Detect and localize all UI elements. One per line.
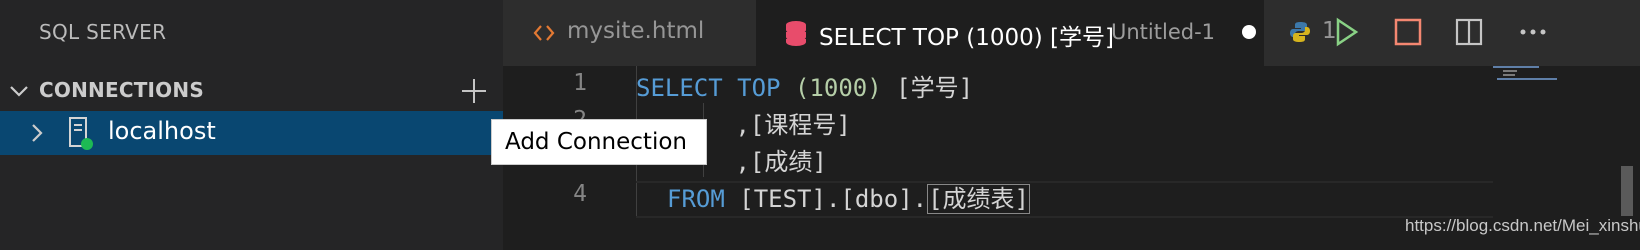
chevron-right-icon[interactable] [26,122,48,144]
split-editor-icon[interactable] [1451,14,1487,50]
minimap-line [1503,70,1517,72]
add-connection-button[interactable] [459,76,489,106]
line-number: 4 [573,181,587,207]
sql-keyword: SELECT [636,74,723,102]
sql-keyword: FROM [667,185,725,213]
connections-section-label: CONNECTIONS [39,78,204,102]
code-line-2: ,[课程号] [721,111,851,139]
sql-identifier: [学号] [881,74,974,102]
chevron-down-icon [10,86,28,97]
sql-number: (1000) [794,74,882,102]
tab-label: mysite.html [567,18,705,44]
tab-mysite-html[interactable]: mysite.html [503,0,756,66]
stop-icon[interactable] [1390,14,1426,50]
tab-label: SELECT TOP (1000) [学号] [819,25,1114,51]
minimap-line [1493,66,1539,68]
sidebar: SQL SERVER CONNECTIONS localhost [0,0,503,250]
code-line-3: ,[成绩] [721,148,827,176]
tab-sql-query[interactable]: SELECT TOP (1000) [学号] Untitled-1 [756,0,1264,66]
minimap-line [1497,78,1557,80]
connection-label: localhost [108,117,216,145]
connection-item-localhost[interactable]: localhost [0,111,503,155]
run-icon[interactable] [1328,14,1364,50]
server-icon [69,117,93,150]
scrollbar-thumb[interactable] [1621,166,1633,216]
code-line-1: SELECT TOP (1000) [学号] [636,68,973,103]
matched-bracket-identifier: [成绩表] [927,184,1030,214]
more-actions-icon[interactable] [1515,14,1551,50]
minimap-line [1503,74,1515,76]
connected-status-dot [81,138,93,150]
tab-description: Untitled-1 [1111,20,1216,44]
sidebar-title: SQL SERVER [39,20,167,44]
html-code-icon [533,25,555,41]
add-connection-tooltip: Add Connection [491,119,707,165]
database-icon [786,21,806,46]
unsaved-dot-icon[interactable] [1242,25,1256,39]
python-icon [1290,22,1310,42]
editor-tab-bar: mysite.html SELECT TOP (1000) [学号] Untit… [503,0,1640,66]
sql-identifier: [TEST].[dbo]. [724,185,928,213]
line-number: 1 [573,70,587,96]
watermark: https://blog.csdn.net/Mei_xinshu [1405,216,1640,235]
code-line-4: FROM [TEST].[dbo].[成绩表] [667,179,1030,214]
sql-keyword: TOP [737,74,781,102]
app-window: SQL SERVER CONNECTIONS localhost mysite.… [0,0,1640,250]
connections-section-header[interactable]: CONNECTIONS [0,72,503,110]
